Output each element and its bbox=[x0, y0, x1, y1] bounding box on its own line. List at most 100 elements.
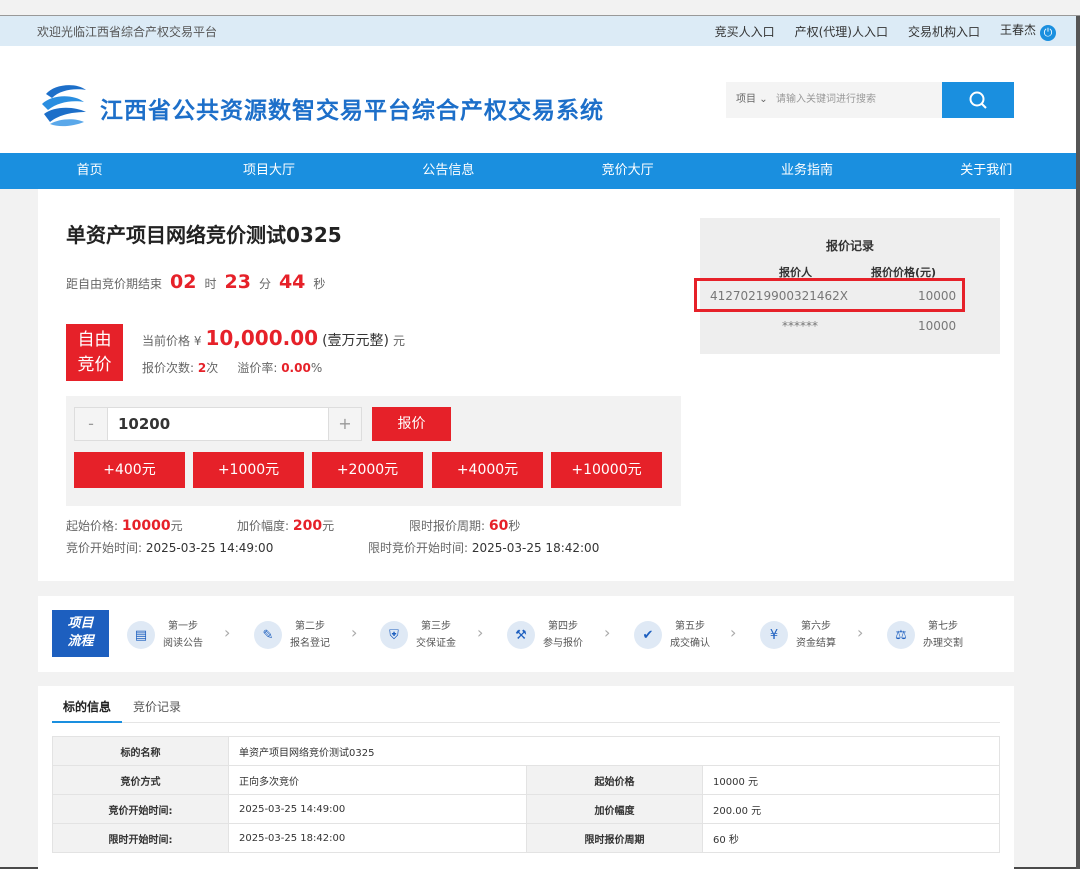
flow-step-5: ✔ 第五步 成交确认 bbox=[634, 618, 710, 652]
seconds-unit: 秒 bbox=[313, 277, 326, 291]
step-number: 第五步 bbox=[675, 621, 705, 632]
bid-amount-input[interactable]: 10200 bbox=[107, 408, 329, 440]
premium-value: 0.00 bbox=[281, 361, 311, 375]
agent-entry-link[interactable]: 产权(代理)人入口 bbox=[795, 23, 888, 40]
cell-label: 限时报价周期 bbox=[526, 823, 703, 853]
bid-amount-stepper: - 10200 + bbox=[74, 407, 362, 441]
tab-subject-info[interactable]: 标的信息 bbox=[52, 699, 123, 723]
chevron-right-icon: › bbox=[857, 623, 864, 642]
document-icon: ▤ bbox=[127, 621, 155, 649]
step-number: 第六步 bbox=[801, 621, 831, 632]
user-menu[interactable]: 王春杰 ⏻ bbox=[1000, 21, 1056, 41]
cell-value: 2025-03-25 18:42:00 bbox=[228, 823, 527, 853]
start-time-label: 竞价开始时间: bbox=[66, 541, 143, 555]
nav-bidding-hall[interactable]: 竞价大厅 bbox=[538, 153, 717, 189]
flow-step-3: ⛨ 第三步 交保证金 bbox=[380, 618, 456, 652]
gavel-icon: ⚒ bbox=[507, 621, 535, 649]
record-bidder: ****** bbox=[782, 319, 818, 333]
start-price-unit: 元 bbox=[170, 519, 183, 533]
nav-announcements[interactable]: 公告信息 bbox=[359, 153, 538, 189]
main-nav: 首页 项目大厅 公告信息 竞价大厅 业务指南 关于我们 bbox=[0, 153, 1076, 189]
records-title: 报价记录 bbox=[825, 239, 874, 253]
subject-info-card: 标的信息 竞价记录 标的名称 单资产项目网络竞价测试0325 竞价方式 正向多次… bbox=[38, 686, 1014, 869]
search-bar: 项目 ⌄ 请输入关键词进行搜索 bbox=[726, 82, 1014, 118]
increment-4000-button[interactable]: +4000元 bbox=[432, 452, 543, 488]
step-value: 200 bbox=[292, 518, 323, 534]
top-bar: 欢迎光临江西省综合产权交易平台 竞买人入口 产权(代理)人入口 交易机构入口 王… bbox=[0, 16, 1076, 46]
start-price-value: 10000 bbox=[121, 518, 171, 534]
increment-1000-button[interactable]: +1000元 bbox=[193, 452, 304, 488]
bidding-card: 单资产项目网络竞价测试0325 距自由竞价期结束 02 时 23 分 44 秒 … bbox=[38, 189, 1014, 581]
cell-label: 竞价开始时间: bbox=[52, 794, 229, 824]
flow-badge: 项目 流程 bbox=[52, 610, 109, 657]
flow-step-1: ▤ 第一步 阅读公告 bbox=[127, 618, 203, 652]
search-button[interactable] bbox=[942, 82, 1014, 118]
flow-step-6: ¥ 第六步资金结算 bbox=[760, 618, 836, 652]
step-number: 第三步 bbox=[421, 621, 451, 632]
step-name: 交保证金 bbox=[416, 638, 456, 649]
tab-bid-records[interactable]: 竞价记录 bbox=[122, 699, 192, 723]
limit-start-info: 限时竞价开始时间: 2025-03-25 18:42:00 bbox=[368, 539, 599, 556]
bid-count-value: 2 bbox=[197, 361, 207, 375]
bid-stats: 报价次数: 2次 溢价率: 0.00% bbox=[142, 359, 322, 376]
current-price-label: 当前价格 ¥ bbox=[142, 334, 202, 348]
hours-unit: 时 bbox=[204, 277, 217, 291]
period-value: 60 bbox=[488, 518, 509, 534]
increment-10000-button[interactable]: +10000元 bbox=[551, 452, 662, 488]
step-info: 加价幅度: 200元 bbox=[237, 517, 334, 534]
money-icon: ¥ bbox=[760, 621, 788, 649]
cell-value: 正向多次竞价 bbox=[228, 765, 527, 795]
submit-bid-button[interactable]: 报价 bbox=[372, 407, 451, 441]
record-price: 10000 bbox=[918, 319, 957, 333]
free-bidding-badge: 自由 竞价 bbox=[66, 324, 123, 381]
current-price-unit: 元 bbox=[393, 334, 406, 348]
increment-2000-button[interactable]: +2000元 bbox=[312, 452, 423, 488]
flow-step-2: ✎ 第二步 报名登记 bbox=[254, 618, 330, 652]
cell-value: 200.00 元 bbox=[702, 794, 1000, 824]
period-label: 限时报价周期: bbox=[409, 519, 486, 533]
step-name: 成交确认 bbox=[670, 638, 710, 649]
increase-button[interactable]: + bbox=[329, 408, 361, 440]
nav-project-hall[interactable]: 项目大厅 bbox=[179, 153, 358, 189]
cell-label: 竞价方式 bbox=[52, 765, 229, 795]
step-name: 办理交割 bbox=[923, 638, 963, 649]
bidder-entry-link[interactable]: 竞买人入口 bbox=[715, 23, 775, 40]
countdown-seconds: 44 bbox=[278, 271, 306, 293]
limit-start-label: 限时竞价开始时间: bbox=[368, 541, 469, 555]
edit-icon: ✎ bbox=[254, 621, 282, 649]
step-name: 阅读公告 bbox=[163, 638, 203, 649]
table-row: 限时开始时间: 2025-03-25 18:42:00 限时报价周期 60 秒 bbox=[52, 823, 1000, 853]
bid-panel: - 10200 + 报价 +400元 +1000元 +2000元 +4000元 … bbox=[66, 396, 681, 506]
bid-count-label: 报价次数: bbox=[142, 361, 195, 375]
search-scope-label: 项目 bbox=[736, 94, 756, 105]
decrease-button[interactable]: - bbox=[75, 408, 107, 440]
countdown-minutes: 23 bbox=[224, 271, 251, 293]
site-header: 江西省公共资源数智交易平台综合产权交易系统 项目 ⌄ 请输入关键词进行搜索 bbox=[0, 46, 1076, 153]
badge-line-1: 自由 bbox=[77, 330, 112, 350]
limit-start-value: 2025-03-25 18:42:00 bbox=[471, 541, 600, 555]
search-scope-select[interactable]: 项目 ⌄ bbox=[726, 82, 774, 118]
cell-value: 单资产项目网络竞价测试0325 bbox=[228, 736, 1000, 766]
step-unit: 元 bbox=[322, 519, 335, 533]
step-name: 资金结算 bbox=[796, 638, 836, 649]
chevron-right-icon: › bbox=[351, 623, 358, 642]
chevron-right-icon: › bbox=[730, 623, 737, 642]
start-time-value: 2025-03-25 14:49:00 bbox=[145, 541, 274, 555]
premium-label: 溢价率: bbox=[237, 361, 278, 375]
step-number: 第二步 bbox=[295, 621, 325, 632]
current-price-cn: (壹万元整) bbox=[322, 333, 389, 349]
table-row: 标的名称 单资产项目网络竞价测试0325 bbox=[52, 736, 1000, 766]
power-icon[interactable]: ⏻ bbox=[1040, 25, 1056, 41]
cell-label: 加价幅度 bbox=[526, 794, 703, 824]
nav-about[interactable]: 关于我们 bbox=[897, 153, 1076, 189]
countdown-hours: 02 bbox=[170, 271, 197, 293]
chevron-right-icon: › bbox=[477, 623, 484, 642]
current-price-value: 10,000.00 bbox=[205, 326, 319, 350]
search-input[interactable]: 请输入关键词进行搜索 bbox=[774, 82, 942, 118]
institution-entry-link[interactable]: 交易机构入口 bbox=[908, 23, 980, 40]
increment-400-button[interactable]: +400元 bbox=[74, 452, 185, 488]
nav-guide[interactable]: 业务指南 bbox=[717, 153, 896, 189]
bid-count-unit: 次 bbox=[206, 361, 219, 375]
nav-home[interactable]: 首页 bbox=[0, 153, 179, 189]
search-icon bbox=[969, 91, 987, 109]
